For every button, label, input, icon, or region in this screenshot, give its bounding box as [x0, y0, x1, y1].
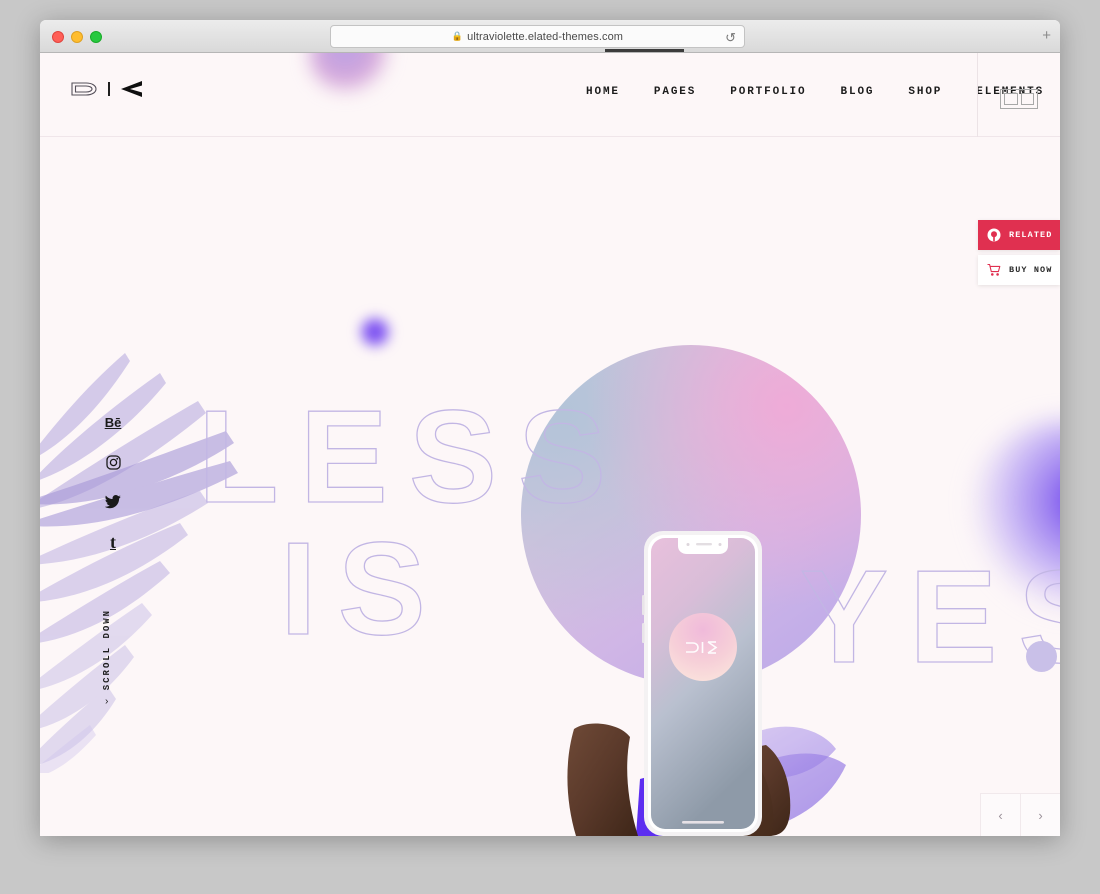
buy-now-button[interactable]: BUY NOW — [978, 255, 1060, 285]
active-tab-indicator — [605, 49, 684, 52]
tumblr-icon[interactable]: t — [104, 531, 122, 552]
lock-icon: 🔒 — [451, 31, 464, 41]
tumblr-icon-glyph: t — [110, 531, 116, 552]
header-divider — [977, 53, 978, 137]
browser-titlebar: 🔒 ultraviolette.elated-themes.com ↺ + — [40, 20, 1060, 53]
main-navigation: HOME PAGES PORTFOLIO BLOG SHOP ELEMENTS — [586, 86, 1044, 98]
nav-item-shop[interactable]: SHOP — [908, 86, 942, 98]
site-logo[interactable] — [70, 79, 144, 99]
shopping-cart-icon — [987, 263, 1001, 276]
buy-now-button-label: BUY NOW — [1009, 265, 1053, 275]
chevron-down-icon: ‹ — [105, 696, 109, 708]
browser-window: 🔒 ultraviolette.elated-themes.com ↺ + LE… — [40, 20, 1060, 836]
slider-prev-button[interactable]: ‹ — [980, 793, 1020, 836]
slider-next-button[interactable]: › — [1020, 793, 1060, 836]
twitter-icon-glyph — [105, 495, 121, 509]
grid-icon[interactable] — [1000, 89, 1038, 109]
nav-item-blog[interactable]: BLOG — [841, 86, 875, 98]
record-circle-icon — [987, 228, 1001, 242]
behance-icon-glyph: Bē — [104, 414, 122, 430]
new-tab-button[interactable]: + — [1042, 28, 1051, 43]
logo-mark-d-icon — [71, 82, 97, 96]
hero-headline-line2: IS — [279, 515, 447, 662]
window-maximize-button[interactable] — [90, 31, 102, 43]
logo-mark-chevron-icon — [121, 81, 142, 97]
grid-icon-cell-right — [1020, 93, 1034, 105]
logo-mark-bar-icon — [108, 82, 110, 96]
hand-holding-phone-image — [567, 531, 846, 836]
scroll-down-indicator[interactable]: SCROLL DOWN ‹ — [102, 609, 112, 707]
social-links: Bē t — [104, 413, 122, 552]
nav-item-portfolio[interactable]: PORTFOLIO — [730, 86, 806, 98]
site-viewport: LESS IS YES — [40, 53, 1060, 836]
grid-icon-cell-left — [1004, 93, 1018, 105]
decorative-orb-violet — [358, 315, 392, 349]
window-minimize-button[interactable] — [71, 31, 83, 43]
scroll-down-label: SCROLL DOWN — [102, 609, 112, 691]
behance-icon[interactable]: Bē — [104, 413, 122, 431]
nav-item-pages[interactable]: PAGES — [654, 86, 696, 98]
twitter-icon[interactable] — [104, 493, 122, 511]
window-close-button[interactable] — [52, 31, 64, 43]
side-action-buttons: RELATED BUY NOW — [978, 220, 1060, 285]
nav-item-home[interactable]: HOME — [586, 86, 620, 98]
url-text: ultraviolette.elated-themes.com — [467, 30, 624, 43]
address-bar[interactable]: 🔒 ultraviolette.elated-themes.com ↺ — [330, 25, 745, 48]
related-button-label: RELATED — [1009, 230, 1053, 240]
slider-navigation: ‹ › — [980, 793, 1060, 836]
reload-icon[interactable]: ↺ — [725, 30, 736, 45]
related-button[interactable]: RELATED — [978, 220, 1060, 250]
instagram-icon[interactable] — [104, 453, 122, 471]
instagram-icon-glyph — [105, 454, 121, 470]
site-header: HOME PAGES PORTFOLIO BLOG SHOP ELEMENTS — [40, 53, 1060, 137]
